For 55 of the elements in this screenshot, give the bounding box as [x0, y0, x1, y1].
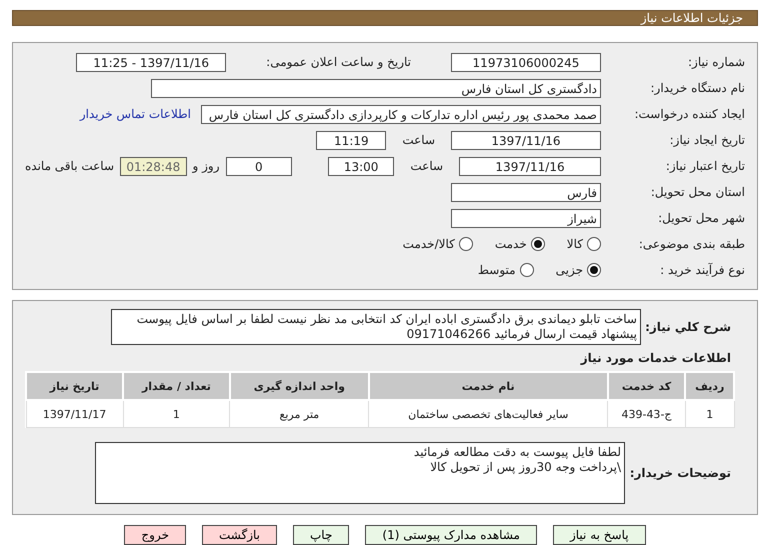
- text-field[interactable]: 11973106000245: [451, 52, 601, 72]
- field-label: ساعت: [410, 159, 444, 173]
- field-label: نام دستگاه خریدار:: [650, 81, 746, 95]
- notes-box: لطفا فایل پیوست به دقت مطالعه فرمائید \پرداخت وجه 30روز پس از تحویل کالا: [95, 442, 625, 504]
- field-label: نوع فرآیند خرید :: [659, 263, 746, 277]
- text-field[interactable]: شیراز: [451, 208, 601, 228]
- text-field[interactable]: دادگستری کل استان فارس: [151, 78, 601, 98]
- table-cell: 1: [685, 400, 734, 428]
- description-box: ساخت تابلو دیماندی برق دادگستری اباده ایران کد انتخابی مد نظر نیست لطفا بر اساس فایل پیوست پیشنهاد قیمت ارسال فرمائید 09171046266: [111, 309, 641, 345]
- field-label: ساعت باقی مانده: [24, 159, 114, 173]
- days-field[interactable]: 0: [226, 156, 292, 176]
- contact-link[interactable]: اطلاعات تماس خریدار: [80, 107, 191, 121]
- remaining-time: 01:28:48: [120, 156, 187, 176]
- field-label: روز و: [192, 159, 220, 173]
- column-header: تاریخ نیاز: [26, 372, 124, 400]
- text-field[interactable]: 1397/11/16 - 11:25: [76, 52, 226, 72]
- table-cell: 1: [123, 400, 230, 428]
- text-field[interactable]: فارس: [451, 182, 601, 202]
- field-label: ساعت: [402, 133, 435, 147]
- field-label: تاریخ و ساعت اعلان عمومی:: [266, 55, 411, 69]
- text-field[interactable]: صمد محمدی پور رئیس اداره تدارکات و کارپردازی دادگستری کل استان فارس: [201, 104, 601, 124]
- column-header: کد خدمت: [608, 372, 686, 400]
- section-label: توضیحات خریدار:: [628, 466, 732, 480]
- field-label: تاریخ ایجاد نیاز:: [668, 133, 746, 147]
- field-label: استان محل تحویل:: [650, 185, 746, 199]
- table-cell: 1397/11/17: [26, 400, 124, 428]
- field-label: شماره نیاز:: [687, 55, 746, 69]
- radio-option[interactable]: کالا: [566, 237, 601, 251]
- radio-option[interactable]: کالا/خدمت: [402, 237, 473, 251]
- radio-option[interactable]: جزیی: [556, 263, 601, 277]
- time-field[interactable]: 11:19: [316, 130, 386, 150]
- action-button[interactable]: بازگشت: [202, 525, 277, 545]
- radio-option[interactable]: متوسط: [478, 263, 534, 277]
- action-button[interactable]: پاسخ به نیاز: [552, 525, 646, 545]
- table-cell: ج-43-439: [608, 400, 686, 428]
- radio-option[interactable]: خدمت: [494, 237, 545, 251]
- field-label: تاریخ اعتبار نیاز:: [664, 159, 746, 173]
- section-title: اطلاعات خدمات مورد نیاز: [579, 351, 732, 365]
- field-label: شهر محل تحویل:: [657, 211, 746, 225]
- table-cell: متر مربع: [230, 400, 369, 428]
- field-label: ایجاد کننده درخواست:: [633, 107, 746, 121]
- date-field[interactable]: 1397/11/16: [451, 130, 601, 150]
- table-cell: سایر فعالیت‌های تخصصی ساختمان: [368, 400, 608, 428]
- date-field[interactable]: 1397/11/16: [459, 156, 601, 176]
- section-label: شرح کلي نياز:: [644, 320, 732, 334]
- page-header: جزئیات اطلاعات نیاز: [12, 10, 758, 26]
- action-button[interactable]: خروج: [124, 525, 186, 545]
- action-button[interactable]: مشاهده مدارک پیوستی (1): [365, 525, 537, 545]
- column-header: ردیف: [685, 372, 734, 400]
- time-field[interactable]: 13:00: [328, 156, 394, 176]
- column-header: تعداد / مقدار: [123, 372, 230, 400]
- column-header: واحد اندازه گیری: [230, 372, 369, 400]
- column-header: نام خدمت: [368, 372, 608, 400]
- action-button[interactable]: چاپ: [293, 525, 350, 545]
- field-label: طبقه بندی موضوعی:: [638, 237, 746, 251]
